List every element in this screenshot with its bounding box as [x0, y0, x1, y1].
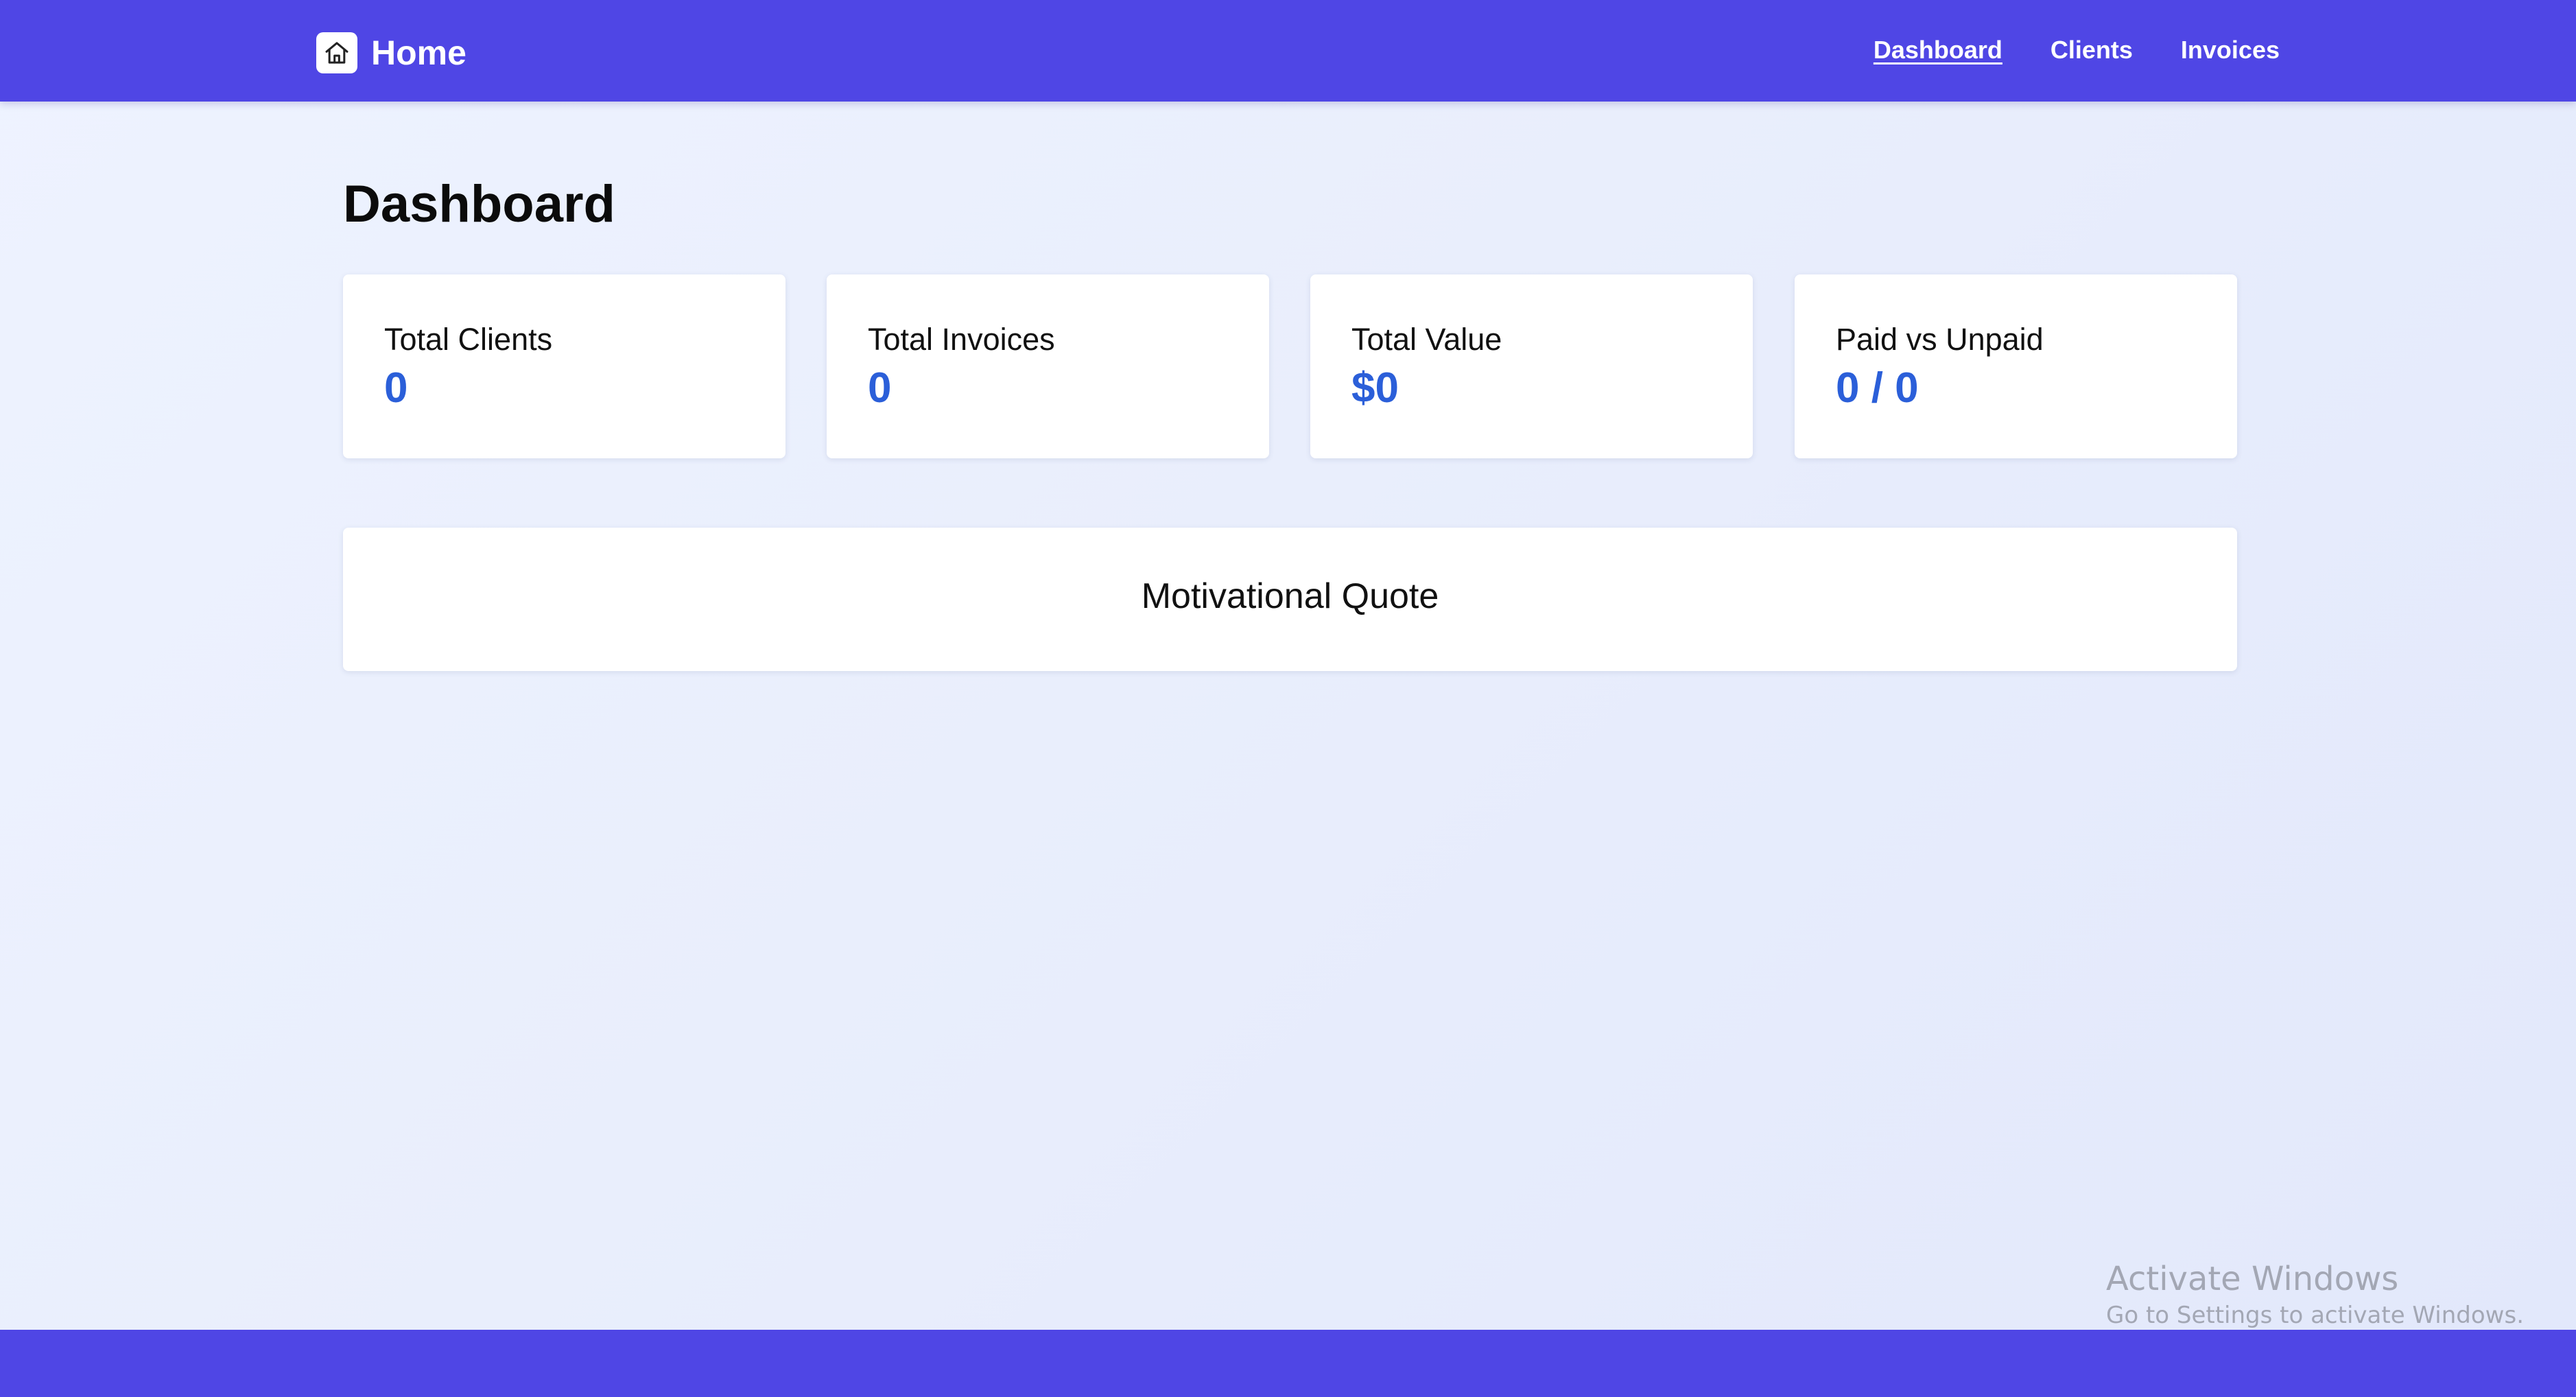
stat-card-paid-vs-unpaid: Paid vs Unpaid 0 / 0: [1795, 274, 2237, 458]
stat-value: 0: [868, 364, 892, 412]
home-link[interactable]: Home: [316, 32, 466, 74]
quote-heading: Motivational Quote: [1141, 576, 1439, 616]
nav-link-clients[interactable]: Clients: [2051, 29, 2133, 71]
top-navbar: Home Dashboard Clients Invoices: [0, 0, 2576, 102]
brand-label: Home: [371, 34, 466, 72]
stat-card-total-value: Total Value $0: [1310, 274, 1753, 458]
footer-bar: [0, 1330, 2576, 1397]
home-icon: [316, 32, 357, 73]
nav-link-invoices[interactable]: Invoices: [2181, 29, 2280, 71]
stat-value: $0: [1351, 364, 1399, 412]
stat-label: Total Invoices: [868, 322, 1055, 357]
stat-label: Total Value: [1351, 322, 1502, 357]
stat-value: 0 / 0: [1836, 364, 1919, 412]
watermark-subtitle: Go to Settings to activate Windows.: [2106, 1302, 2524, 1329]
watermark-title: Activate Windows: [2106, 1260, 2399, 1298]
motivational-quote-card: Motivational Quote: [343, 528, 2237, 671]
nav-link-dashboard[interactable]: Dashboard: [1874, 29, 2002, 71]
activate-windows-watermark: Activate Windows Go to Settings to activ…: [2106, 1258, 2524, 1331]
stat-card-total-clients: Total Clients 0: [343, 274, 785, 458]
stat-value: 0: [384, 364, 408, 412]
page-title: Dashboard: [343, 175, 615, 233]
stat-card-total-invoices: Total Invoices 0: [827, 274, 1269, 458]
stat-label: Paid vs Unpaid: [1836, 322, 2044, 357]
stat-label: Total Clients: [384, 322, 553, 357]
main-nav: Dashboard Clients Invoices: [1825, 29, 2280, 71]
